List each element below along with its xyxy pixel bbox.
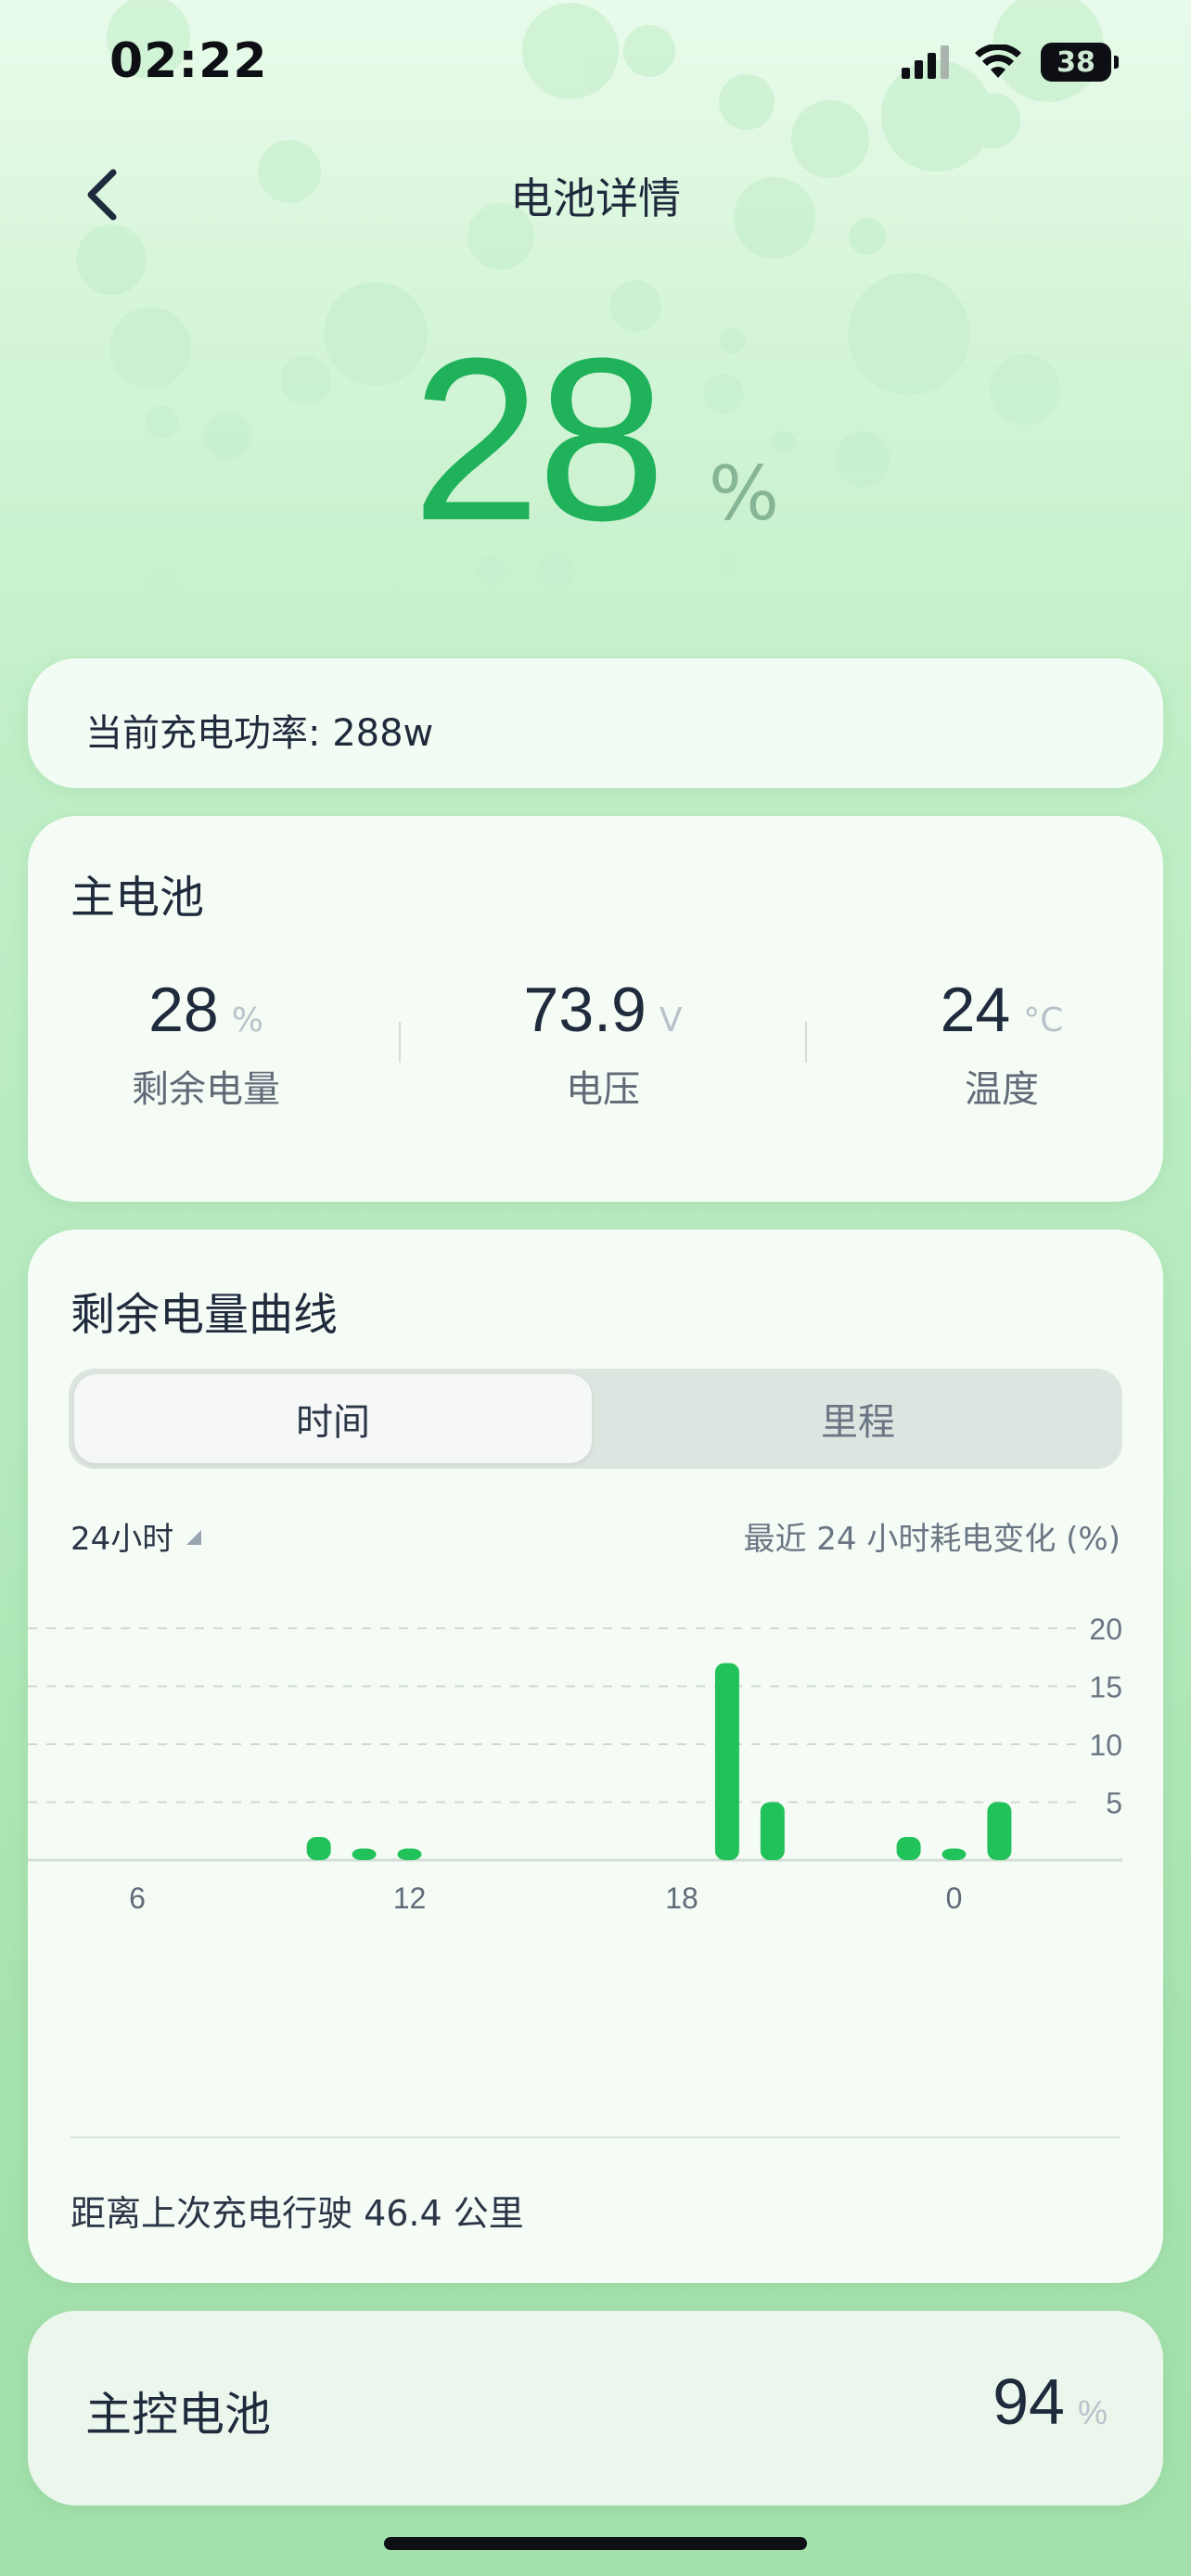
stat-unit: °C [1023, 1001, 1064, 1039]
wifi-icon [975, 45, 1021, 78]
controller-battery-card[interactable]: 主控电池 94% [28, 2311, 1163, 2506]
chart-bar [987, 1802, 1012, 1860]
chart-bar [306, 1837, 331, 1860]
stat-temperature: 24 °C 温度 [909, 974, 1095, 1113]
cellular-signal-icon [902, 45, 949, 79]
tab-mileage[interactable]: 里程 [599, 1374, 1117, 1463]
stat-unit: V [659, 1001, 683, 1039]
dropdown-triangle-icon [186, 1529, 202, 1545]
controller-battery-value: 94 [992, 2366, 1065, 2438]
chart-bar [760, 1802, 785, 1860]
stat-value: 73.9 [523, 975, 647, 1045]
chart-bar [397, 1848, 422, 1860]
stat-value: 28 [148, 975, 219, 1045]
stat-divider [805, 1022, 807, 1063]
range-label: 24小时 [70, 1521, 174, 1558]
distance-since-charge: 距离上次充电行驶 46.4 公里 [70, 2193, 524, 2234]
range-dropdown[interactable]: 24小时 [70, 1513, 203, 1559]
y-tick-label: 5 [1106, 1787, 1122, 1820]
controller-battery-unit: % [1077, 2393, 1108, 2431]
controller-battery-value-group: 94% [992, 2365, 1108, 2439]
x-tick-label: 12 [393, 1881, 427, 1915]
x-tick-label: 0 [946, 1881, 963, 1915]
battery-level: 38 [1057, 45, 1095, 79]
status-bar: 02:22 38 [0, 0, 1191, 139]
main-battery-card: 主电池 28% 剩余电量 73.9 V 电压 24 °C 温度 [28, 816, 1163, 1202]
nav-bar: 电池详情 [0, 139, 1191, 250]
main-battery-title: 主电池 [70, 872, 205, 924]
battery-percent-hero: 28% [0, 306, 1191, 572]
y-tick-label: 10 [1089, 1728, 1122, 1762]
charging-power-label: 当前充电功率: 288w [85, 712, 434, 755]
stat-unit: % [231, 1001, 263, 1039]
stat-divider [399, 1022, 401, 1063]
battery-curve-card: 剩余电量曲线 时间 里程 24小时 最近 24 小时耗电变化 (%) 5 10 15… [28, 1230, 1163, 2283]
curve-title: 剩余电量曲线 [70, 1289, 339, 1341]
stat-label: 剩余电量 [132, 1068, 280, 1111]
stat-voltage: 73.9 V 电压 [492, 974, 714, 1113]
tab-time[interactable]: 时间 [74, 1374, 592, 1463]
card-divider [70, 2136, 1121, 2138]
controller-battery-title: 主控电池 [85, 2388, 271, 2442]
stat-label: 温度 [965, 1068, 1039, 1111]
home-indicator [384, 2537, 807, 2550]
battery-percent-value: 28 [411, 310, 666, 568]
status-time: 02:22 [109, 33, 268, 89]
stat-value: 24 [940, 975, 1011, 1045]
charging-power-card: 当前充电功率: 288w [28, 658, 1163, 788]
chart-bar [352, 1848, 377, 1860]
battery-percent-unit: % [709, 451, 780, 537]
battery-icon: 38 [1041, 43, 1119, 82]
status-icons: 38 [902, 43, 1119, 82]
x-tick-label: 18 [665, 1881, 698, 1915]
page-title: 电池详情 [510, 173, 681, 223]
y-tick-label: 20 [1089, 1613, 1122, 1646]
chart-caption: 最近 24 小时耗电变化 (%) [743, 1521, 1121, 1558]
consumption-bar-chart: 5 10 15 20 6 12 18 0 [28, 1613, 1122, 1915]
curve-mode-segmented-control: 时间 里程 [69, 1369, 1122, 1469]
chart-bar [896, 1837, 921, 1860]
chart-bar [714, 1663, 739, 1860]
x-tick-label: 6 [129, 1881, 146, 1915]
chart-bar [941, 1848, 967, 1860]
stat-label: 电压 [566, 1068, 640, 1111]
y-tick-label: 15 [1089, 1671, 1122, 1704]
stat-remaining: 28% 剩余电量 [113, 974, 299, 1113]
